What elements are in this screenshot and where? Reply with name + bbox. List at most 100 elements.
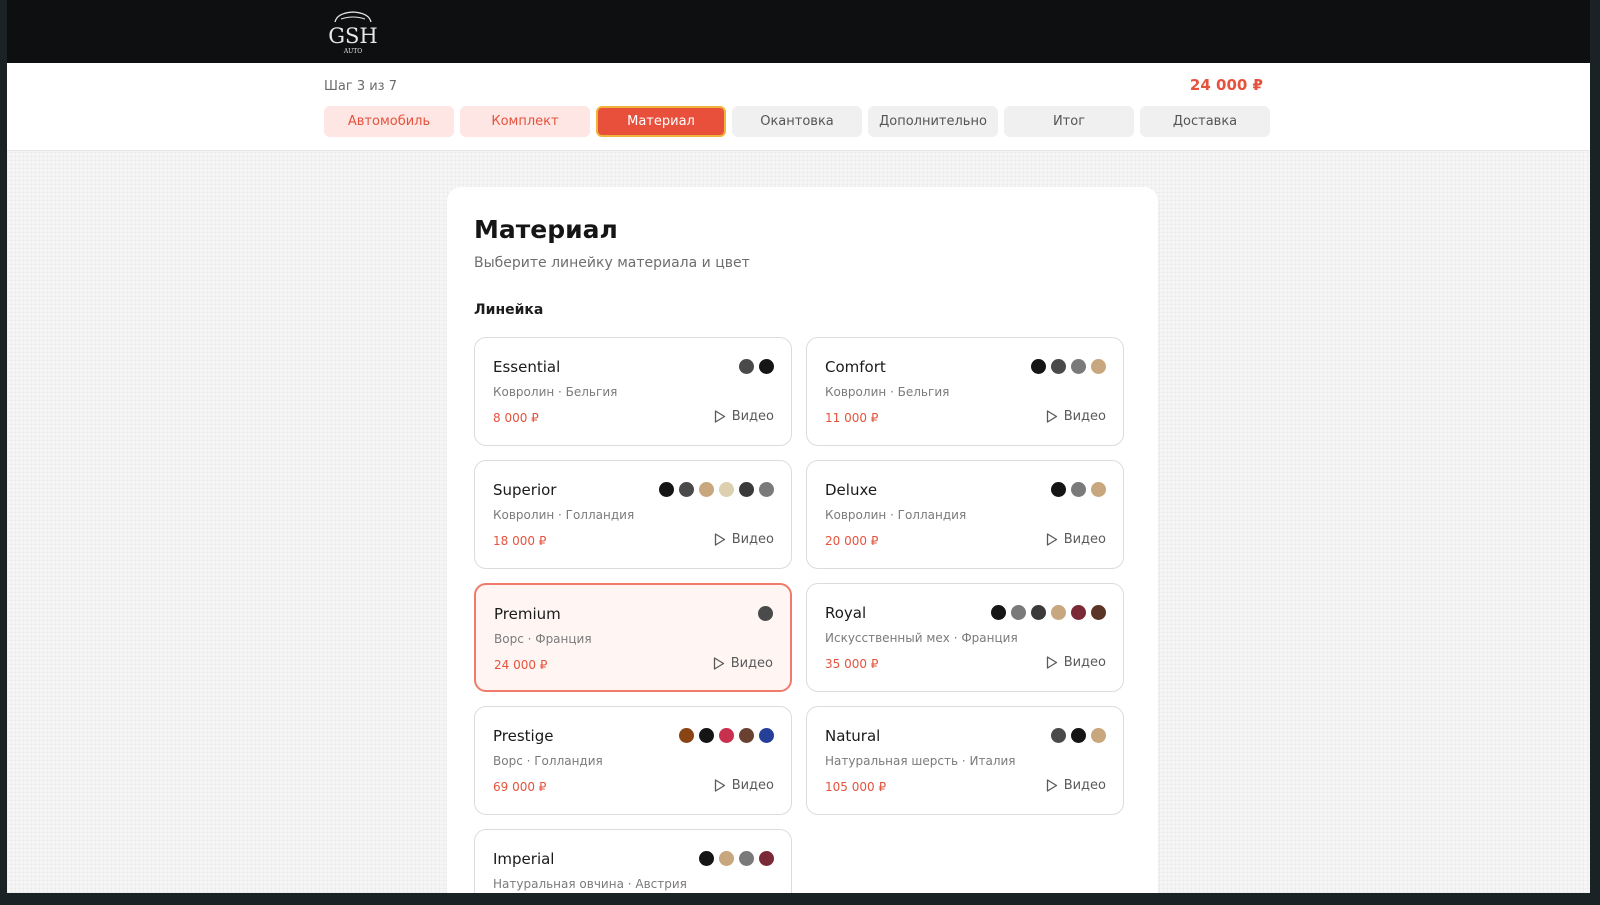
video-button[interactable]: Видео (1046, 655, 1106, 670)
color-swatch[interactable] (1071, 482, 1086, 497)
material-card-premium[interactable]: Premium Ворс · Франция 24 000 ₽ Видео (474, 583, 792, 692)
video-button[interactable]: Видео (714, 532, 774, 547)
color-swatches (1031, 359, 1106, 374)
color-swatch[interactable] (1031, 605, 1046, 620)
material-price: 11 000 ₽ (825, 411, 879, 425)
color-swatch[interactable] (699, 482, 714, 497)
page-subtitle: Выберите линейку материала и цвет (474, 255, 750, 271)
color-swatch[interactable] (1091, 728, 1106, 743)
color-swatch[interactable] (1091, 482, 1106, 497)
color-swatch[interactable] (1071, 359, 1086, 374)
color-swatch[interactable] (758, 606, 773, 621)
color-swatch[interactable] (759, 359, 774, 374)
step-tab-6[interactable]: Итог (1004, 106, 1134, 137)
material-panel: Материал Выберите линейку материала и цв… (447, 187, 1158, 893)
material-card-imperial[interactable]: ImperialНатуральная овчина · АвстрияВиде… (474, 829, 792, 893)
material-card-prestige[interactable]: Prestige Ворс · Голландия 69 000 ₽ Видео (474, 706, 792, 815)
material-card-essential[interactable]: Essential Ковролин · Бельгия 8 000 ₽ Видео (474, 337, 792, 446)
color-swatch[interactable] (1051, 359, 1066, 374)
material-name: Prestige (493, 727, 554, 745)
material-line-grid: Essential Ковролин · Бельгия 8 000 ₽ Видео C… (474, 337, 1124, 893)
play-icon (1046, 533, 1058, 546)
color-swatch[interactable] (759, 851, 774, 866)
material-card-natural[interactable]: Natural Натуральная шерсть · Италия 105 00… (806, 706, 1124, 815)
play-icon (1046, 656, 1058, 669)
material-origin: Ворс · Голландия (493, 754, 603, 768)
play-icon (713, 657, 725, 670)
step-tab-1[interactable]: Автомобиль (324, 106, 454, 137)
color-swatches (699, 851, 774, 866)
color-swatch[interactable] (759, 728, 774, 743)
color-swatch[interactable] (1051, 728, 1066, 743)
color-swatch[interactable] (1011, 605, 1026, 620)
video-label: Видео (731, 409, 774, 424)
gsh-auto-logo[interactable]: GSH AUTO (323, 8, 383, 56)
color-swatch[interactable] (1071, 728, 1086, 743)
logo-text: GSH (328, 24, 377, 48)
color-swatch[interactable] (1091, 359, 1106, 374)
top-bar: GSH AUTO (7, 0, 1590, 63)
video-button[interactable]: Видео (1046, 778, 1106, 793)
video-button[interactable]: Видео (713, 656, 773, 671)
color-swatch[interactable] (679, 728, 694, 743)
color-swatch[interactable] (739, 851, 754, 866)
material-card-comfort[interactable]: Comfort Ковролин · Бельгия 11 000 ₽ Видео (806, 337, 1124, 446)
play-icon (1046, 779, 1058, 792)
material-origin: Ковролин · Голландия (493, 508, 635, 522)
video-label: Видео (730, 656, 773, 671)
color-swatch[interactable] (1051, 605, 1066, 620)
color-swatch[interactable] (699, 728, 714, 743)
material-card-superior[interactable]: Superior Ковролин · Голландия 18 000 ₽ Виде… (474, 460, 792, 569)
video-button[interactable]: Видео (1046, 409, 1106, 424)
material-origin: Ковролин · Голландия (825, 508, 967, 522)
total-price: 24 000 ₽ (1189, 76, 1263, 94)
color-swatch[interactable] (719, 482, 734, 497)
video-button[interactable]: Видео (714, 409, 774, 424)
step-tab-3[interactable]: Материал (596, 106, 726, 137)
section-label-line: Линейка (474, 302, 544, 318)
video-label: Видео (731, 778, 774, 793)
progress-stepper: Шаг 3 из 7 24 000 ₽ Автомобиль Комплект Ма… (7, 63, 1590, 151)
video-label: Видео (1063, 409, 1106, 424)
material-name: Royal (825, 604, 867, 622)
color-swatch[interactable] (719, 728, 734, 743)
video-button[interactable]: Видео (714, 778, 774, 793)
color-swatch[interactable] (679, 482, 694, 497)
step-tab-5[interactable]: Дополнительно (868, 106, 998, 137)
material-price: 105 000 ₽ (825, 780, 887, 794)
step-tab-7[interactable]: Доставка (1140, 106, 1270, 137)
material-card-royal[interactable]: Royal Искусственный мех · Франция 35 000 ₽… (806, 583, 1124, 692)
color-swatches (659, 482, 774, 497)
material-card-deluxe[interactable]: Deluxe Ковролин · Голландия 20 000 ₽ Видео (806, 460, 1124, 569)
play-icon (714, 410, 726, 423)
color-swatches (991, 605, 1106, 620)
color-swatch[interactable] (1071, 605, 1086, 620)
color-swatches (1051, 482, 1106, 497)
color-swatch[interactable] (659, 482, 674, 497)
play-icon (714, 779, 726, 792)
material-name: Comfort (825, 358, 886, 376)
color-swatch[interactable] (1051, 482, 1066, 497)
color-swatch[interactable] (719, 851, 734, 866)
video-label: Видео (1063, 532, 1106, 547)
material-name: Superior (493, 481, 557, 499)
material-name: Imperial (493, 850, 555, 868)
color-swatch[interactable] (739, 359, 754, 374)
color-swatches (739, 359, 774, 374)
material-origin: Ковролин · Бельгия (493, 385, 618, 399)
step-tab-2[interactable]: Комплект (460, 106, 590, 137)
material-price: 35 000 ₽ (825, 657, 879, 671)
color-swatch[interactable] (1031, 359, 1046, 374)
color-swatch[interactable] (759, 482, 774, 497)
material-origin: Искусственный мех · Франция (825, 631, 1018, 645)
color-swatch[interactable] (1091, 605, 1106, 620)
color-swatch[interactable] (739, 482, 754, 497)
color-swatch[interactable] (699, 851, 714, 866)
step-tab-4[interactable]: Окантовка (732, 106, 862, 137)
page-title: Материал (474, 215, 618, 244)
color-swatch[interactable] (739, 728, 754, 743)
video-label: Видео (1063, 655, 1106, 670)
video-button[interactable]: Видео (1046, 532, 1106, 547)
logo-subtext: AUTO (343, 48, 362, 55)
color-swatch[interactable] (991, 605, 1006, 620)
